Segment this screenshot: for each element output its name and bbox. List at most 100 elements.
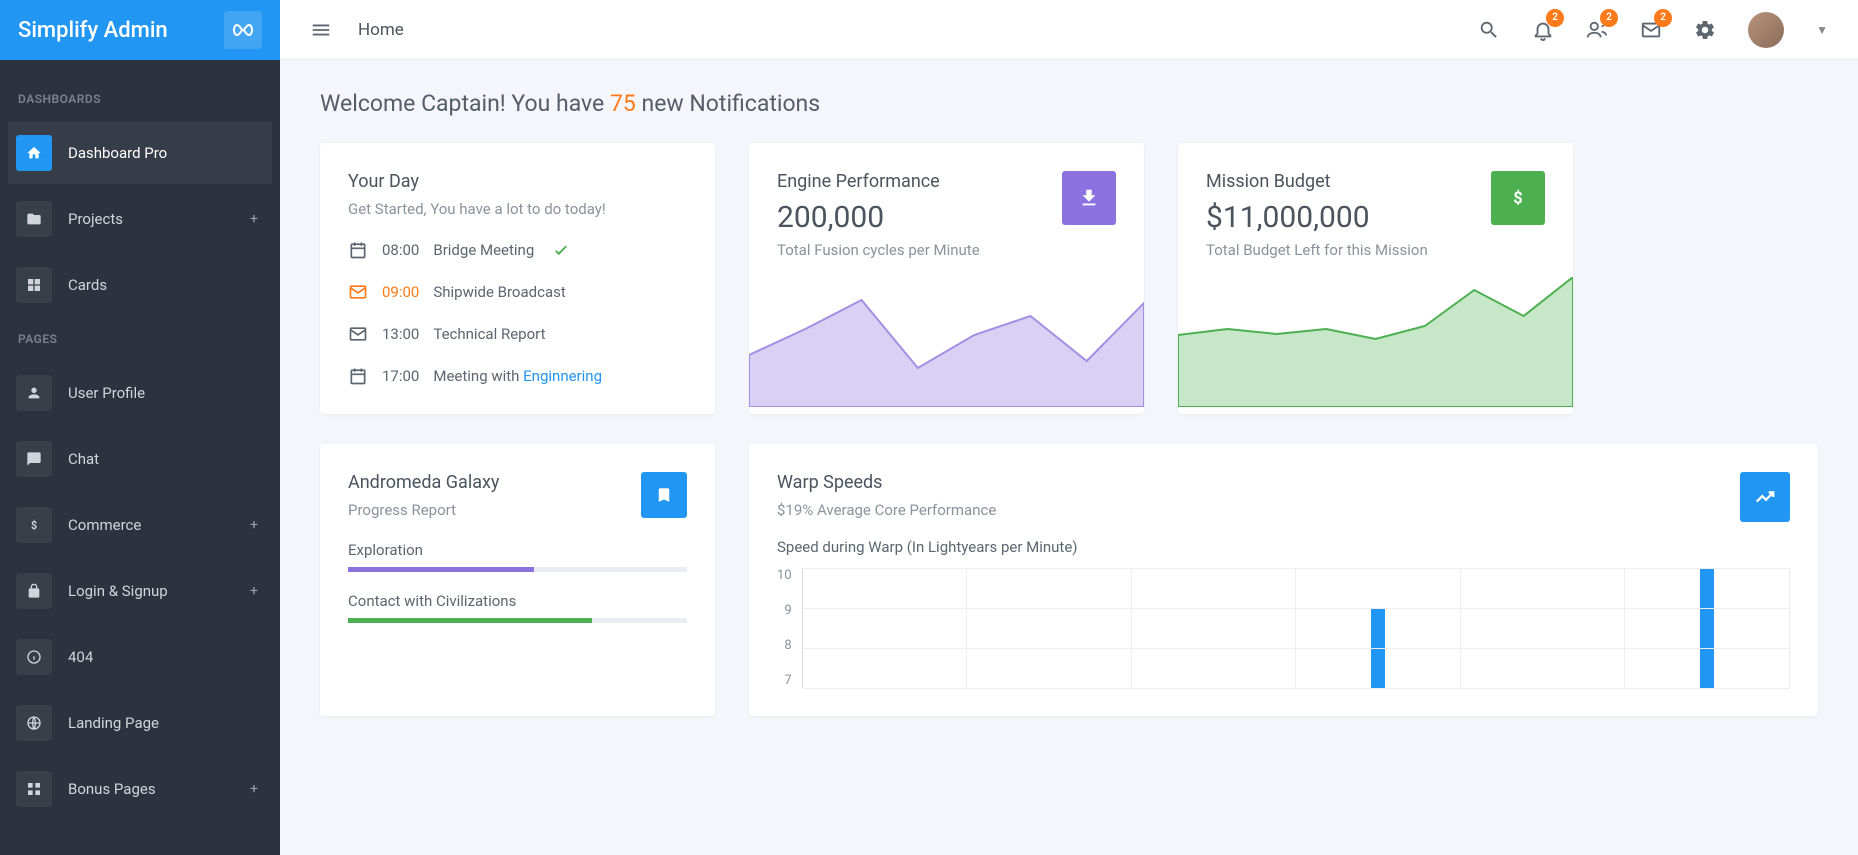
card-budget: Mission Budget $11,000,000 Total Budget … — [1178, 143, 1573, 414]
stat-desc: Total Budget Left for this Mission — [1206, 241, 1428, 259]
card-subtitle: Progress Report — [348, 501, 499, 519]
sidebar-item-label: User Profile — [68, 384, 145, 402]
expand-icon: + — [250, 781, 258, 797]
mail-icon — [348, 282, 368, 302]
dollar-icon[interactable]: $ — [1491, 171, 1545, 225]
mail-icon[interactable]: 2 — [1640, 19, 1662, 41]
sidebar-item-404[interactable]: 404 — [8, 626, 272, 688]
sidebar-item-chat[interactable]: Chat — [8, 428, 272, 490]
bookmark-icon[interactable] — [641, 472, 687, 518]
gear-icon[interactable] — [1694, 19, 1716, 41]
sidebar-item-label: Chat — [68, 450, 99, 468]
sidebar-item-label: Cards — [68, 276, 107, 294]
sidebar-item-landing[interactable]: Landing Page — [8, 692, 272, 754]
bar-slot — [1625, 568, 1790, 688]
svg-text:$: $ — [31, 519, 37, 532]
mail-icon — [348, 324, 368, 344]
bar-slot — [803, 568, 968, 688]
sidebar-item-bonus[interactable]: Bonus Pages + — [8, 758, 272, 820]
sidebar-item-dashboard[interactable]: Dashboard Pro — [8, 122, 272, 184]
brand-title: Simplify Admin — [18, 18, 168, 43]
bar-slot — [967, 568, 1132, 688]
trending-up-icon[interactable] — [1740, 472, 1790, 522]
card-warp: Warp Speeds $19% Average Core Performanc… — [749, 444, 1818, 716]
card-title: Andromeda Galaxy — [348, 472, 499, 493]
spark-budget — [1178, 277, 1573, 407]
card-title: Your Day — [348, 171, 687, 192]
menu-icon[interactable] — [310, 19, 332, 41]
card-subtitle: Get Started, You have a lot to do today! — [348, 200, 687, 218]
card-title: Engine Performance — [777, 171, 980, 192]
badge: 2 — [1546, 9, 1564, 27]
event-time: 09:00 — [382, 283, 419, 301]
progress-bar — [348, 567, 687, 572]
avatar[interactable] — [1748, 12, 1784, 48]
expand-icon: + — [250, 583, 258, 599]
card-title: Warp Speeds — [777, 472, 996, 493]
infinity-icon[interactable] — [224, 11, 262, 49]
card-andromeda: Andromeda Galaxy Progress Report Explora… — [320, 444, 715, 716]
event-row[interactable]: 17:00Meeting with Enginnering — [348, 366, 687, 386]
expand-icon: + — [250, 211, 258, 227]
home-icon — [16, 135, 52, 171]
sidebar-section-pages: PAGES — [0, 320, 280, 358]
check-icon — [552, 241, 570, 259]
card-your-day: Your Day Get Started, You have a lot to … — [320, 143, 715, 414]
badge: 2 — [1600, 9, 1618, 27]
stat-desc: Total Fusion cycles per Minute — [777, 241, 980, 259]
lock-icon — [16, 573, 52, 609]
event-time: 08:00 — [382, 241, 419, 259]
dollar-icon: $ — [16, 507, 52, 543]
badge: 2 — [1654, 9, 1672, 27]
spark-engine — [749, 277, 1144, 407]
sidebar-item-projects[interactable]: Projects + — [8, 188, 272, 250]
sidebar-item-label: Commerce — [68, 516, 141, 534]
event-label: Shipwide Broadcast — [433, 283, 565, 301]
bar — [1700, 568, 1714, 688]
progress-bar — [348, 618, 687, 623]
event-row[interactable]: 09:00 Shipwide Broadcast — [348, 282, 687, 302]
topbar: Home 2 2 2 ▼ — [280, 0, 1858, 60]
card-engine: Engine Performance 200,000 Total Fusion … — [749, 143, 1144, 414]
expand-icon: + — [250, 517, 258, 533]
brand-bar: Simplify Admin — [0, 0, 280, 60]
calendar-icon — [348, 366, 368, 386]
person-icon — [16, 375, 52, 411]
info-icon — [16, 639, 52, 675]
sidebar-item-cards[interactable]: Cards — [8, 254, 272, 316]
event-time: 13:00 — [382, 325, 419, 343]
event-row[interactable]: 08:00 Bridge Meeting — [348, 240, 687, 260]
chart-subtitle: Speed during Warp (In Lightyears per Min… — [777, 538, 1790, 556]
page-title: Home — [358, 20, 404, 40]
sidebar-item-label: Bonus Pages — [68, 780, 156, 798]
sidebar-item-label: Login & Signup — [68, 582, 168, 600]
folder-icon — [16, 201, 52, 237]
chevron-down-icon[interactable]: ▼ — [1816, 23, 1828, 37]
widgets-icon — [16, 771, 52, 807]
sidebar: Simplify Admin DASHBOARDS Dashboard Pro … — [0, 0, 280, 855]
bar-slot — [1296, 568, 1461, 688]
sidebar-item-label: Projects — [68, 210, 123, 228]
search-icon[interactable] — [1478, 19, 1500, 41]
svg-text:$: $ — [1513, 190, 1522, 209]
notifications-icon[interactable]: 2 — [1532, 19, 1554, 41]
sidebar-item-profile[interactable]: User Profile — [8, 362, 272, 424]
globe-icon — [16, 705, 52, 741]
people-icon[interactable]: 2 — [1586, 19, 1608, 41]
sidebar-item-label: Landing Page — [68, 714, 159, 732]
event-label: Bridge Meeting — [433, 241, 534, 259]
welcome-text: Welcome Captain! You have 75 new Notific… — [320, 90, 1818, 117]
sidebar-item-login[interactable]: Login & Signup + — [8, 560, 272, 622]
progress-label: Exploration — [348, 541, 687, 559]
event-row[interactable]: 13:00Technical Report — [348, 324, 687, 344]
progress-label: Contact with Civilizations — [348, 592, 687, 610]
download-icon[interactable] — [1062, 171, 1116, 225]
card-subtitle: $19% Average Core Performance — [777, 501, 996, 519]
calendar-icon — [348, 240, 368, 260]
sidebar-item-commerce[interactable]: $ Commerce + — [8, 494, 272, 556]
chat-icon — [16, 441, 52, 477]
sidebar-section-dashboards: DASHBOARDS — [0, 80, 280, 118]
event-time: 17:00 — [382, 367, 419, 385]
bar-slot — [1461, 568, 1626, 688]
card-title: Mission Budget — [1206, 171, 1428, 192]
